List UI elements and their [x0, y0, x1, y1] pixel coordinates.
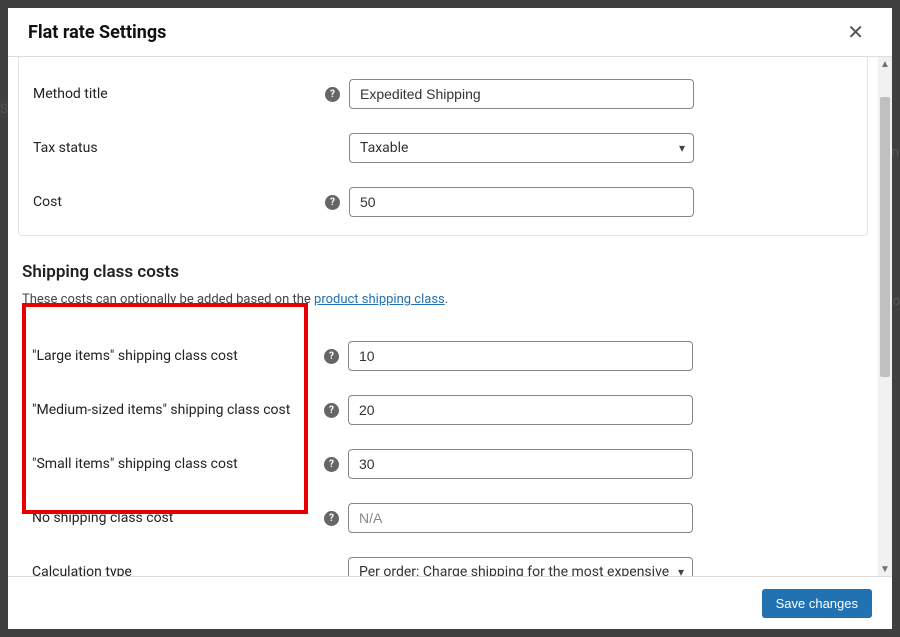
product-shipping-class-link[interactable]: product shipping class — [314, 292, 445, 307]
modal-body: Method title ? Tax status Taxable ▾ — [8, 57, 892, 576]
row-tax-status: Tax status Taxable ▾ — [33, 121, 853, 175]
row-calculation-type: Calculation type Per order: Charge shipp… — [32, 545, 854, 576]
background-text: S — [0, 102, 8, 117]
no-class-cost-input[interactable] — [348, 503, 693, 533]
label-medium-class-cost: "Medium-sized items" shipping class cost — [32, 402, 324, 418]
small-class-cost-input[interactable] — [348, 449, 693, 479]
chevron-down-icon: ▾ — [678, 565, 684, 576]
help-icon[interactable]: ? — [324, 349, 339, 364]
label-calculation-type: Calculation type — [32, 564, 324, 576]
close-icon: ✕ — [847, 20, 864, 44]
label-cost: Cost — [33, 194, 325, 210]
cost-input[interactable] — [349, 187, 694, 217]
help-icon[interactable]: ? — [324, 511, 339, 526]
label-no-class-cost: No shipping class cost — [32, 510, 324, 526]
medium-class-cost-input[interactable] — [348, 395, 693, 425]
scroll-down-icon[interactable]: ▼ — [878, 562, 892, 576]
modal-content: Method title ? Tax status Taxable ▾ — [8, 57, 878, 576]
tax-status-value: Taxable — [360, 140, 673, 156]
modal: Flat rate Settings ✕ Method title ? Tax … — [8, 8, 892, 629]
row-medium-class-cost: "Medium-sized items" shipping class cost… — [32, 383, 854, 437]
label-small-class-cost: "Small items" shipping class cost — [32, 456, 324, 472]
row-method-title: Method title ? — [33, 67, 853, 121]
chevron-down-icon: ▾ — [679, 141, 685, 155]
row-large-class-cost: "Large items" shipping class cost ? — [32, 329, 854, 383]
calculation-type-value: Per order: Charge shipping for the most … — [359, 564, 672, 576]
section-description-suffix: . — [445, 292, 448, 307]
help-icon[interactable]: ? — [325, 195, 340, 210]
help-icon[interactable]: ? — [324, 457, 339, 472]
shipping-class-costs-panel: "Large items" shipping class cost ? "Med… — [18, 325, 868, 576]
scrollbar[interactable]: ▲ ▼ — [878, 57, 892, 576]
section-description-text: These costs can optionally be added base… — [22, 292, 314, 307]
label-method-title: Method title — [33, 86, 325, 102]
row-cost: Cost ? — [33, 175, 853, 229]
modal-title: Flat rate Settings — [28, 22, 166, 43]
close-button[interactable]: ✕ — [839, 18, 872, 46]
row-no-class-cost: No shipping class cost ? — [32, 491, 854, 545]
help-icon[interactable]: ? — [324, 403, 339, 418]
help-icon[interactable]: ? — [325, 87, 340, 102]
scroll-up-icon[interactable]: ▲ — [878, 57, 892, 71]
calculation-type-select[interactable]: Per order: Charge shipping for the most … — [348, 557, 693, 576]
label-large-class-cost: "Large items" shipping class cost — [32, 348, 324, 364]
method-title-input[interactable] — [349, 79, 694, 109]
section-description: These costs can optionally be added base… — [22, 292, 868, 307]
scroll-thumb[interactable] — [880, 97, 890, 377]
section-heading-shipping-class-costs: Shipping class costs — [22, 262, 868, 282]
modal-footer: Save changes — [8, 576, 892, 629]
modal-header: Flat rate Settings ✕ — [8, 8, 892, 57]
large-class-cost-input[interactable] — [348, 341, 693, 371]
row-small-class-cost: "Small items" shipping class cost ? — [32, 437, 854, 491]
tax-status-select[interactable]: Taxable ▾ — [349, 133, 694, 163]
save-changes-button[interactable]: Save changes — [762, 589, 872, 618]
basic-settings-panel: Method title ? Tax status Taxable ▾ — [18, 57, 868, 236]
label-tax-status: Tax status — [33, 140, 325, 156]
